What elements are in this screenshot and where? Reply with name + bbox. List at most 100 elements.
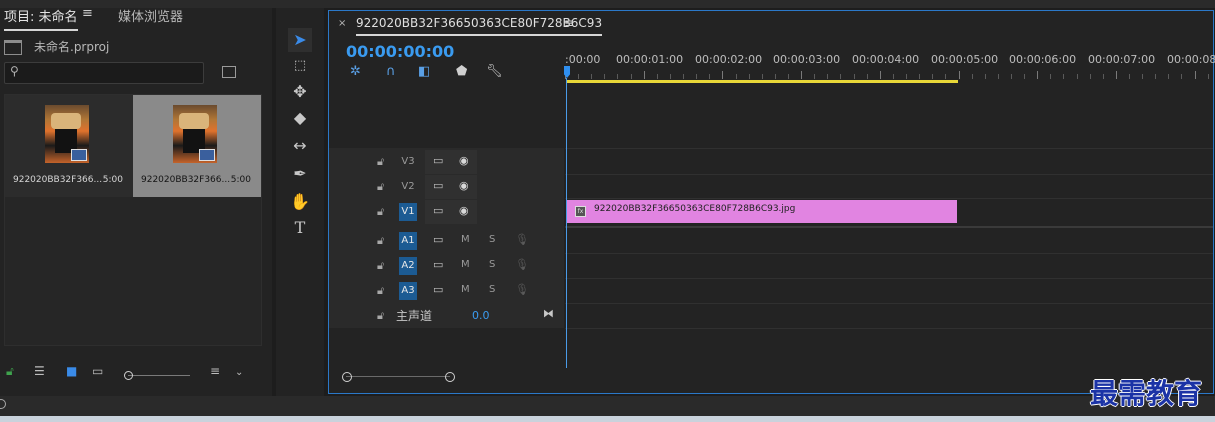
hand-tool-icon[interactable]: ✋ xyxy=(288,190,312,214)
freeform-view-icon[interactable]: ▭ xyxy=(92,364,103,378)
lane-divider xyxy=(565,303,1213,304)
track-target-v1[interactable]: V1 xyxy=(399,203,417,221)
track-target-a2[interactable]: A2 xyxy=(399,257,417,275)
track-select-tool-icon[interactable]: ⬚ xyxy=(288,54,312,78)
ruler-tick xyxy=(840,74,841,79)
sync-lock-icon[interactable]: ▭ xyxy=(433,179,443,192)
go-to-in-out-icon[interactable]: ⧓ xyxy=(543,307,554,320)
add-marker-icon[interactable]: ⬟ xyxy=(456,64,467,79)
search-input[interactable] xyxy=(4,62,204,84)
microphone-icon[interactable]: 🎙︎ xyxy=(515,283,529,296)
media-item[interactable]: 922020BB32F366... 5:00 xyxy=(5,95,133,197)
solo-button[interactable]: S xyxy=(489,284,495,295)
zoom-slider-handle[interactable] xyxy=(124,371,133,380)
ruler-tick xyxy=(1077,74,1078,79)
sequence-menu-icon[interactable]: ≡ xyxy=(564,16,574,30)
list-view-icon[interactable]: ☰ xyxy=(34,364,45,378)
panel-menu-icon[interactable]: ≡ xyxy=(82,6,93,21)
folder-icon xyxy=(4,40,22,55)
eye-icon[interactable]: ◉ xyxy=(459,154,469,167)
lock-icon[interactable]: 🔓︎ xyxy=(6,364,14,379)
scroll-handle-right[interactable] xyxy=(445,372,455,382)
ruler-label: 00:00:06:00 xyxy=(1009,53,1077,66)
ruler-tick xyxy=(959,71,960,79)
ruler-label: 00:00:02:00 xyxy=(695,53,763,66)
ruler-tick xyxy=(1063,74,1064,79)
ruler-tick xyxy=(932,74,933,79)
track-row-a2: 🔓︎ A2 ▭ M S 🎙︎ xyxy=(329,254,564,278)
track-lock-icon[interactable]: 🔓︎ xyxy=(377,284,384,298)
ruler-tick xyxy=(1195,71,1196,79)
track-row-v1: 🔓︎ V1 ▭ ◉ xyxy=(329,200,564,224)
time-ruler[interactable]: :00:00 00:00:01:00 00:00:02:00 00:00:03:… xyxy=(565,48,1215,84)
mute-button[interactable]: M xyxy=(461,259,470,270)
solo-button[interactable]: S xyxy=(489,234,495,245)
new-bin-icon[interactable] xyxy=(222,66,236,78)
playhead-timecode[interactable]: 00:00:00:00 xyxy=(346,42,454,61)
taskbar-strip xyxy=(0,416,1215,422)
sync-lock-icon[interactable]: ▭ xyxy=(433,204,443,217)
track-lock-icon[interactable]: 🔓︎ xyxy=(377,205,384,219)
ruler-tick xyxy=(736,74,737,79)
track-lock-icon[interactable]: 🔓︎ xyxy=(377,155,384,169)
tab-project[interactable]: 项目: 未命名 xyxy=(4,6,78,31)
razor-tool-icon[interactable]: ◆ xyxy=(288,106,312,130)
microphone-icon[interactable]: 🎙︎ xyxy=(515,233,529,246)
ruler-tick xyxy=(578,74,579,79)
sort-icon[interactable]: ≡ xyxy=(210,364,220,378)
ruler-tick xyxy=(1155,74,1156,79)
type-tool-icon[interactable]: T xyxy=(288,216,312,240)
solo-button[interactable]: S xyxy=(489,259,495,270)
ruler-tick xyxy=(657,74,658,79)
slip-tool-icon[interactable]: ↔ xyxy=(288,134,312,158)
track-lock-icon[interactable]: 🔓︎ xyxy=(377,180,384,194)
ruler-tick xyxy=(591,74,592,79)
ruler-tick xyxy=(631,74,632,79)
lane-divider xyxy=(565,328,1213,329)
track-target-v2[interactable]: V2 xyxy=(399,178,417,196)
lane-divider xyxy=(565,148,1213,149)
ruler-tick xyxy=(854,74,855,79)
sync-lock-icon[interactable]: ▭ xyxy=(433,154,443,167)
ripple-edit-tool-icon[interactable]: ✥ xyxy=(288,80,312,104)
track-lock-icon[interactable]: 🔓︎ xyxy=(377,309,384,323)
eye-icon[interactable]: ◉ xyxy=(459,179,469,192)
mute-button[interactable]: M xyxy=(461,284,470,295)
scroll-handle-left[interactable] xyxy=(342,372,352,382)
ruler-tick xyxy=(814,74,815,79)
track-lock-icon[interactable]: 🔓︎ xyxy=(377,234,384,248)
nest-toggle-icon[interactable]: ✲ xyxy=(350,64,361,79)
chevron-down-icon[interactable]: ⌄ xyxy=(235,367,243,378)
sync-lock-icon[interactable]: ▭ xyxy=(433,283,443,296)
settings-wrench-icon[interactable]: 🔧︎ xyxy=(486,64,503,79)
video-clip[interactable]: fx 922020BB32F36650363CE80F728B6C93.jpg xyxy=(567,200,957,223)
master-volume-value[interactable]: 0.0 xyxy=(472,309,490,322)
zoom-slider-track[interactable] xyxy=(128,375,190,376)
snap-icon[interactable]: ∩ xyxy=(386,64,396,79)
media-item-selected[interactable]: 922020BB32F366... 5:00 xyxy=(133,95,261,197)
sync-lock-icon[interactable]: ▭ xyxy=(433,233,443,246)
ruler-tick xyxy=(1142,74,1143,79)
close-icon[interactable]: × xyxy=(338,18,346,29)
microphone-icon[interactable]: 🎙︎ xyxy=(515,258,529,271)
linked-selection-icon[interactable]: ◧ xyxy=(418,64,430,79)
track-lock-icon[interactable]: 🔓︎ xyxy=(377,259,384,273)
track-target-a3[interactable]: A3 xyxy=(399,282,417,300)
icon-view-icon[interactable]: ■ xyxy=(66,364,77,378)
ruler-tick xyxy=(1181,74,1182,79)
ruler-tick xyxy=(827,74,828,79)
clip-name: 922020BB32F36650363CE80F728B6C93.jpg xyxy=(594,204,796,214)
eye-icon[interactable]: ◉ xyxy=(459,204,469,217)
playhead-line[interactable] xyxy=(566,78,567,368)
work-area-bar[interactable] xyxy=(566,80,958,83)
timeline-zoom-scrollbar[interactable] xyxy=(346,376,450,377)
tab-media-browser[interactable]: 媒体浏览器 xyxy=(118,6,183,25)
selection-tool-icon[interactable]: ➤ xyxy=(288,28,312,52)
mute-button[interactable]: M xyxy=(461,234,470,245)
sync-lock-icon[interactable]: ▭ xyxy=(433,258,443,271)
track-target-v3[interactable]: V3 xyxy=(399,153,417,171)
pen-tool-icon[interactable]: ✒ xyxy=(288,162,312,186)
media-item-duration: 5:00 xyxy=(102,175,123,185)
ruler-tick xyxy=(749,74,750,79)
track-target-a1[interactable]: A1 xyxy=(399,232,417,250)
